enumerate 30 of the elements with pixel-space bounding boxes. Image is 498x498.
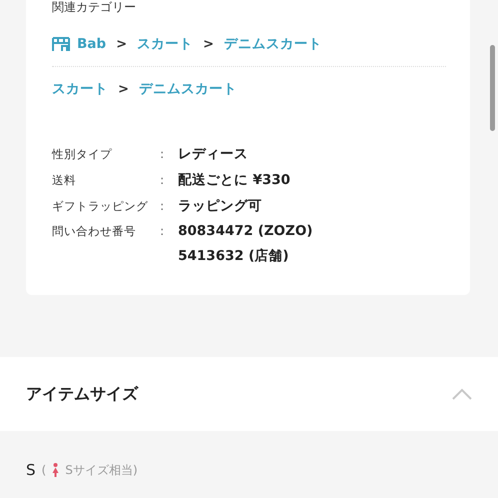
category-link[interactable]: デニムスカート — [224, 35, 322, 53]
spec-label: 問い合わせ番号 — [52, 224, 137, 239]
spec-colon: : — [160, 173, 166, 187]
section-label: 関連カテゴリー — [52, 0, 137, 14]
chevron-up-icon[interactable] — [452, 388, 472, 400]
section-title: アイテムサイズ — [26, 384, 138, 404]
category-link[interactable]: スカート — [136, 35, 193, 53]
spec-colon: : — [160, 147, 166, 161]
category-link[interactable]: スカート — [52, 80, 108, 98]
spec-value: レディース — [178, 145, 249, 163]
spec-label: 送料 — [52, 173, 77, 188]
size-equivalent: Sサイズ相当) — [65, 462, 138, 478]
spec-colon: : — [160, 199, 166, 213]
spec-label: 性別タイプ — [52, 147, 113, 162]
breadcrumb-separator: > — [116, 36, 127, 52]
spec-label: ギフトラッピング — [52, 199, 149, 214]
spec-value: 5413632 (店舗) — [178, 247, 290, 265]
spec-value: 80834472 (ZOZO) — [178, 223, 314, 239]
size-name: S — [26, 461, 36, 479]
spec-value: ラッピング可 — [178, 197, 263, 215]
scrollbar[interactable] — [490, 45, 495, 131]
breadcrumb-separator: > — [202, 36, 214, 52]
category-link[interactable]: Bab — [52, 36, 106, 52]
storefront-icon — [52, 36, 70, 52]
section-header[interactable]: アイテムサイズ — [0, 357, 498, 431]
category-link[interactable]: デニムスカート — [138, 80, 237, 98]
spec-colon: : — [160, 224, 166, 238]
breadcrumb-separator: > — [118, 82, 129, 96]
paren: ( — [42, 463, 46, 477]
spec-value: 配送ごとに ¥330 — [178, 171, 292, 189]
